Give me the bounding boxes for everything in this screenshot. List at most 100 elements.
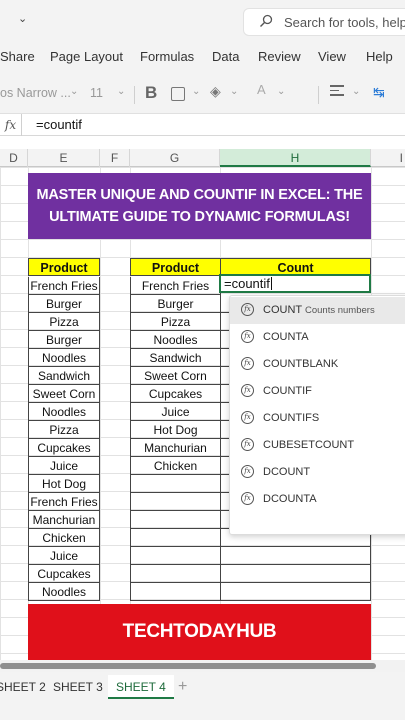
table-e-cell[interactable]: Chicken — [28, 529, 100, 547]
table-g-header[interactable]: Product — [130, 258, 221, 276]
autocomplete-item-countifs[interactable]: fx COUNTIFS — [230, 405, 405, 432]
sheet-tab-4[interactable]: SHEET 4 — [108, 675, 174, 699]
table-g-cell[interactable]: Chicken — [130, 457, 221, 475]
table-e-cell[interactable]: Burger — [28, 331, 100, 349]
table-e-cell[interactable]: Manchurian — [28, 511, 100, 529]
chevron-down-icon[interactable]: ⌄ — [117, 86, 125, 97]
function-icon: fx — [241, 492, 254, 505]
table-e-cell[interactable]: Juice — [28, 457, 100, 475]
autocomplete-item-cubesetcount[interactable]: fx CUBESETCOUNT — [230, 432, 405, 459]
horizontal-scrollbar[interactable] — [0, 660, 405, 672]
table-g-cell[interactable]: Noodles — [130, 331, 221, 349]
wrap-text-icon[interactable]: ↹ — [373, 84, 385, 101]
chevron-down-icon[interactable]: ⌄ — [18, 12, 27, 25]
table-h-cell[interactable] — [220, 565, 371, 583]
table-e-cell[interactable]: Sweet Corn — [28, 385, 100, 403]
table-g-cell[interactable]: French Fries — [130, 277, 221, 295]
column-header-i[interactable]: I — [371, 149, 405, 167]
font-name-select[interactable]: os Narrow ... — [0, 86, 71, 100]
autocomplete-item-counta[interactable]: fx COUNTA — [230, 324, 405, 351]
table-h-cell[interactable] — [220, 547, 371, 565]
autocomplete-item-dcount[interactable]: fx DCOUNT — [230, 459, 405, 486]
table-e-cell[interactable]: Pizza — [28, 421, 100, 439]
column-header-e[interactable]: E — [28, 149, 100, 167]
table-g-cell[interactable] — [130, 475, 221, 493]
table-g-cell[interactable]: Manchurian — [130, 439, 221, 457]
table-e-cell[interactable]: Noodles — [28, 349, 100, 367]
tab-view[interactable]: View — [318, 49, 346, 64]
table-e-cell[interactable]: Cupcakes — [28, 439, 100, 457]
tab-review[interactable]: Review — [258, 49, 301, 64]
font-color-icon[interactable]: A — [257, 82, 266, 97]
table-e-cell[interactable]: French Fries — [28, 277, 100, 295]
table-g-cell[interactable] — [130, 511, 221, 529]
footer-banner: TECHTODAYHUB — [28, 604, 371, 660]
table-g-cell[interactable] — [130, 583, 221, 601]
tab-formulas[interactable]: Formulas — [140, 49, 194, 64]
fill-color-icon[interactable]: ◈ — [210, 83, 221, 100]
column-header-h[interactable]: H — [220, 149, 371, 167]
align-left-icon[interactable] — [330, 85, 344, 99]
bold-button[interactable]: B — [145, 83, 157, 103]
autocomplete-item-label: COUNTIFS — [263, 412, 320, 424]
column-header-g[interactable]: G — [130, 149, 220, 167]
autocomplete-item-count[interactable]: fx COUNT Counts numbers — [230, 297, 405, 324]
chevron-down-icon[interactable]: ⌄ — [192, 86, 200, 97]
active-cell-value: =countif — [224, 276, 270, 291]
active-cell-text: =countif — [224, 276, 272, 291]
sheet-tab-3[interactable]: SHEET 3 — [53, 675, 103, 699]
function-icon: fx — [241, 330, 254, 343]
column-header-f[interactable]: F — [100, 149, 130, 167]
table-g-cell[interactable]: Burger — [130, 295, 221, 313]
table-e-cell[interactable]: Hot Dog — [28, 475, 100, 493]
autocomplete-item-label: COUNT — [263, 304, 303, 316]
table-g-cell[interactable]: Cupcakes — [130, 385, 221, 403]
table-g-cell[interactable]: Sandwich — [130, 349, 221, 367]
table-e-cell[interactable]: Sandwich — [28, 367, 100, 385]
table-g-cell[interactable]: Hot Dog — [130, 421, 221, 439]
table-e-cell[interactable]: Juice — [28, 547, 100, 565]
search-input[interactable]: Search for tools, help, — [284, 15, 405, 30]
search-icon — [260, 14, 273, 27]
active-cell-h[interactable]: =countif — [219, 274, 371, 293]
table-e-cell[interactable]: Noodles — [28, 403, 100, 421]
formatting-toolbar: os Narrow ... ⌄ 11 ⌄ B ⌄ ◈ ⌄ A ⌄ ⌄ ↹ — [0, 72, 405, 114]
tab-help[interactable]: Help — [366, 49, 393, 64]
tab-data[interactable]: Data — [212, 49, 239, 64]
table-e-header[interactable]: Product — [28, 258, 100, 276]
autocomplete-item-label: DCOUNTA — [263, 493, 317, 505]
table-e-cell[interactable]: Noodles — [28, 583, 100, 601]
table-e-cell[interactable]: Cupcakes — [28, 565, 100, 583]
sheet-tab-2[interactable]: SHEET 2 — [0, 675, 46, 699]
table-g-cell[interactable] — [130, 565, 221, 583]
table-g-cell[interactable] — [130, 529, 221, 547]
function-icon: fx — [241, 438, 254, 451]
formula-bar: fx =countif — [0, 114, 405, 136]
scrollbar-thumb[interactable] — [0, 663, 376, 669]
table-e-cell[interactable]: Burger — [28, 295, 100, 313]
table-e-cell[interactable]: French Fries — [28, 493, 100, 511]
chevron-down-icon[interactable]: ⌄ — [70, 86, 78, 97]
chevron-down-icon[interactable]: ⌄ — [230, 86, 238, 97]
borders-icon[interactable] — [171, 87, 185, 101]
table-e-cell[interactable]: Pizza — [28, 313, 100, 331]
table-g-cell[interactable]: Sweet Corn — [130, 367, 221, 385]
tab-share[interactable]: Share — [0, 49, 35, 64]
autocomplete-item-countif[interactable]: fx COUNTIF — [230, 378, 405, 405]
table-g-cell[interactable]: Juice — [130, 403, 221, 421]
table-g-cell[interactable] — [130, 493, 221, 511]
search-box[interactable]: Search for tools, help, — [243, 8, 405, 36]
autocomplete-item-dcounta[interactable]: fx DCOUNTA — [230, 486, 405, 513]
table-g-cell[interactable]: Pizza — [130, 313, 221, 331]
font-size-select[interactable]: 11 — [90, 86, 103, 100]
fx-icon[interactable]: fx — [0, 114, 22, 136]
formula-input[interactable]: =countif — [36, 117, 82, 132]
chevron-down-icon[interactable]: ⌄ — [277, 86, 285, 97]
table-h-cell[interactable] — [220, 583, 371, 601]
autocomplete-item-countblank[interactable]: fx COUNTBLANK — [230, 351, 405, 378]
chevron-down-icon[interactable]: ⌄ — [352, 86, 360, 97]
tab-page-layout[interactable]: Page Layout — [50, 49, 123, 64]
column-header-d[interactable]: D — [0, 149, 28, 167]
table-g-cell[interactable] — [130, 547, 221, 565]
add-sheet-button[interactable]: + — [178, 675, 187, 699]
